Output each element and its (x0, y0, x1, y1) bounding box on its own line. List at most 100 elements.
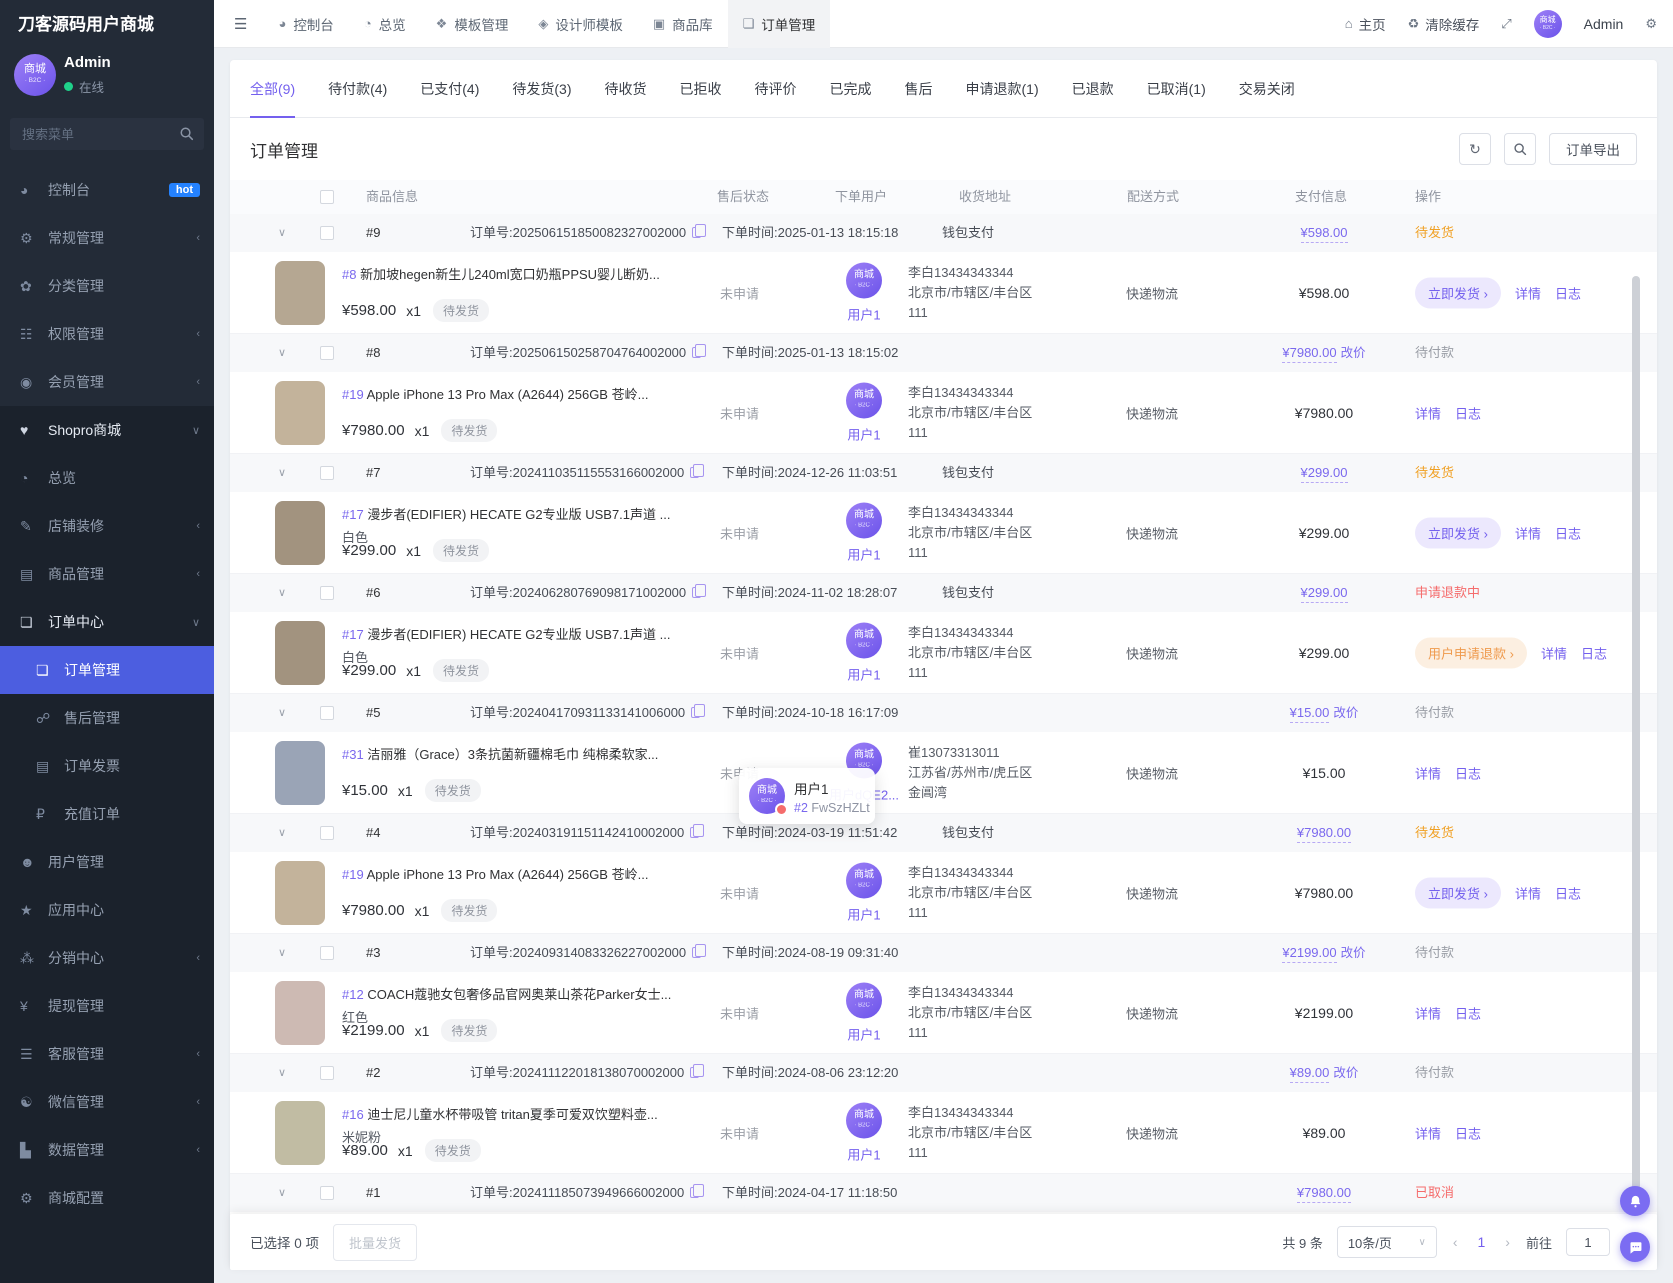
order-total-price[interactable]: ¥7980.00 (1297, 825, 1351, 843)
product-id-link[interactable]: #12 (342, 987, 364, 1002)
row-checkbox[interactable] (320, 1186, 334, 1200)
ship-now-button[interactable]: 立即发货 › (1415, 517, 1501, 548)
product-image[interactable] (275, 861, 325, 925)
tab-refund-request[interactable]: 申请退款(1) (966, 60, 1039, 117)
admin-avatar[interactable]: 商城 · B2C · (1534, 10, 1562, 38)
sidebar-item-recharge[interactable]: ₽充值订单 (0, 790, 214, 838)
copy-icon[interactable] (690, 1187, 699, 1198)
copy-icon[interactable] (692, 587, 701, 598)
order-total[interactable]: ¥598.00 (1244, 214, 1404, 252)
tab-completed[interactable]: 已完成 (830, 60, 872, 117)
copy-icon[interactable] (692, 947, 701, 958)
refresh-button[interactable]: ↻ (1459, 133, 1491, 165)
buyer-avatar[interactable]: 商城 · B2C · (846, 382, 882, 418)
detail-link[interactable]: 详情 (1515, 523, 1541, 542)
sidebar-item-shopro[interactable]: ♥Shopro商城∨ (0, 406, 214, 454)
order-total-price[interactable]: ¥299.00 (1301, 585, 1348, 603)
nav-item-goods-lib[interactable]: ▣商品库 (638, 0, 728, 48)
buyer-avatar[interactable]: 商城 · B2C · (846, 262, 882, 298)
copy-icon[interactable] (690, 467, 699, 478)
sidebar-item-console[interactable]: ◕控制台hot (0, 166, 214, 214)
product-image[interactable] (275, 981, 325, 1045)
order-total-price[interactable]: ¥7980.00 (1282, 345, 1336, 363)
notification-fab[interactable] (1620, 1186, 1650, 1216)
log-link[interactable]: 日志 (1455, 1123, 1481, 1142)
product-id-link[interactable]: #19 (342, 387, 364, 402)
nav-item-designer[interactable]: ◈设计师模板 (523, 0, 638, 48)
product-title[interactable]: 迪士尼儿童水杯带吸管 tritan夏季可爱双饮塑料壶... (367, 1107, 657, 1122)
hamburger-icon[interactable]: ☰ (214, 15, 263, 33)
sidebar-item-order-center[interactable]: ❏订单中心∨ (0, 598, 214, 646)
product-title[interactable]: 新加坡hegen新生儿240ml宽口奶瓶PPSU婴儿断奶... (360, 267, 660, 282)
product-image[interactable] (275, 381, 325, 445)
order-total[interactable]: ¥15.00改价 (1244, 694, 1404, 732)
goto-page-input[interactable] (1566, 1228, 1610, 1256)
detail-link[interactable]: 详情 (1415, 1003, 1441, 1022)
row-checkbox[interactable] (320, 346, 334, 360)
buyer[interactable]: 商城 · B2C · 用户1 (824, 1102, 904, 1163)
row-checkbox[interactable] (320, 586, 334, 600)
tab-rejected[interactable]: 已拒收 (680, 60, 722, 117)
order-total[interactable]: ¥2199.00改价 (1244, 934, 1404, 972)
buyer-name[interactable]: 用户1 (824, 1024, 904, 1043)
search-button[interactable] (1504, 133, 1536, 165)
nav-item-console[interactable]: ◕控制台 (263, 0, 348, 48)
sidebar-item-aftersale[interactable]: ☍售后管理 (0, 694, 214, 742)
log-link[interactable]: 日志 (1581, 643, 1607, 662)
log-link[interactable]: 日志 (1555, 883, 1581, 902)
menu-search-input[interactable] (10, 118, 204, 150)
buyer[interactable]: 商城 · B2C · 用户1 (824, 622, 904, 683)
product-title[interactable]: Apple iPhone 13 Pro Max (A2644) 256GB 苍岭… (367, 387, 649, 402)
sidebar-item-decoration[interactable]: ✎店铺装修‹ (0, 502, 214, 550)
copy-icon[interactable] (692, 227, 701, 238)
buyer[interactable]: 商城 · B2C · 用户1 (824, 982, 904, 1043)
buyer-name[interactable]: 用户1 (824, 304, 904, 323)
expand-chevron-icon[interactable]: ∨ (278, 934, 286, 972)
product-id-link[interactable]: #8 (342, 267, 356, 282)
order-total-price[interactable]: ¥598.00 (1301, 225, 1348, 243)
log-link[interactable]: 日志 (1555, 523, 1581, 542)
sidebar-item-general[interactable]: ⚙常规管理‹ (0, 214, 214, 262)
price-change-link[interactable]: 改价 (1333, 1066, 1358, 1080)
tab-aftersale[interactable]: 售后 (905, 60, 933, 117)
product-title[interactable]: 漫步者(EDIFIER) HECATE G2专业版 USB7.1声道 ... (367, 507, 670, 522)
sidebar-item-service[interactable]: ☰客服管理‹ (0, 1030, 214, 1078)
nav-item-template[interactable]: ❖模板管理 (421, 0, 524, 48)
detail-link[interactable]: 详情 (1515, 283, 1541, 302)
product-image[interactable] (275, 741, 325, 805)
buyer[interactable]: 商城 · B2C · 用户1 (824, 262, 904, 323)
tab-to-receive[interactable]: 待收货 (605, 60, 647, 117)
prev-page-button[interactable]: ‹ (1451, 1234, 1460, 1250)
current-page[interactable]: 1 (1474, 1234, 1490, 1250)
select-all-checkbox[interactable] (320, 190, 334, 204)
buyer-avatar[interactable]: 商城 · B2C · (846, 502, 882, 538)
expand-chevron-icon[interactable]: ∨ (278, 214, 286, 252)
tab-pending-pay[interactable]: 待付款(4) (328, 60, 387, 117)
sidebar-item-withdraw[interactable]: ¥提现管理 (0, 982, 214, 1030)
log-link[interactable]: 日志 (1455, 763, 1481, 782)
order-total[interactable]: ¥7980.00 (1244, 1174, 1404, 1212)
row-checkbox[interactable] (320, 826, 334, 840)
fullscreen-button[interactable]: ⤢ (1501, 16, 1511, 32)
row-checkbox[interactable] (320, 226, 334, 240)
expand-chevron-icon[interactable]: ∨ (278, 1054, 286, 1092)
sidebar-item-member[interactable]: ◉会员管理‹ (0, 358, 214, 406)
detail-link[interactable]: 详情 (1415, 1123, 1441, 1142)
copy-icon[interactable] (691, 707, 700, 718)
product-image[interactable] (275, 621, 325, 685)
settings-button[interactable]: ⚙ (1645, 16, 1657, 32)
sidebar-item-wechat[interactable]: ☯微信管理‹ (0, 1078, 214, 1126)
buyer-name[interactable]: 用户1 (824, 904, 904, 923)
tab-all[interactable]: 全部(9) (250, 60, 295, 117)
tab-canceled[interactable]: 已取消(1) (1147, 60, 1206, 117)
nav-item-overview[interactable]: ◔总览 (349, 0, 421, 48)
order-total-price[interactable]: ¥2199.00 (1282, 945, 1336, 963)
detail-link[interactable]: 详情 (1415, 763, 1441, 782)
log-link[interactable]: 日志 (1455, 403, 1481, 422)
copy-icon[interactable] (690, 1067, 699, 1078)
ship-now-button[interactable]: 立即发货 › (1415, 277, 1501, 308)
expand-chevron-icon[interactable]: ∨ (278, 454, 286, 492)
row-checkbox[interactable] (320, 466, 334, 480)
order-total[interactable]: ¥7980.00 (1244, 814, 1404, 852)
buyer[interactable]: 商城 · B2C · 用户1 (824, 502, 904, 563)
